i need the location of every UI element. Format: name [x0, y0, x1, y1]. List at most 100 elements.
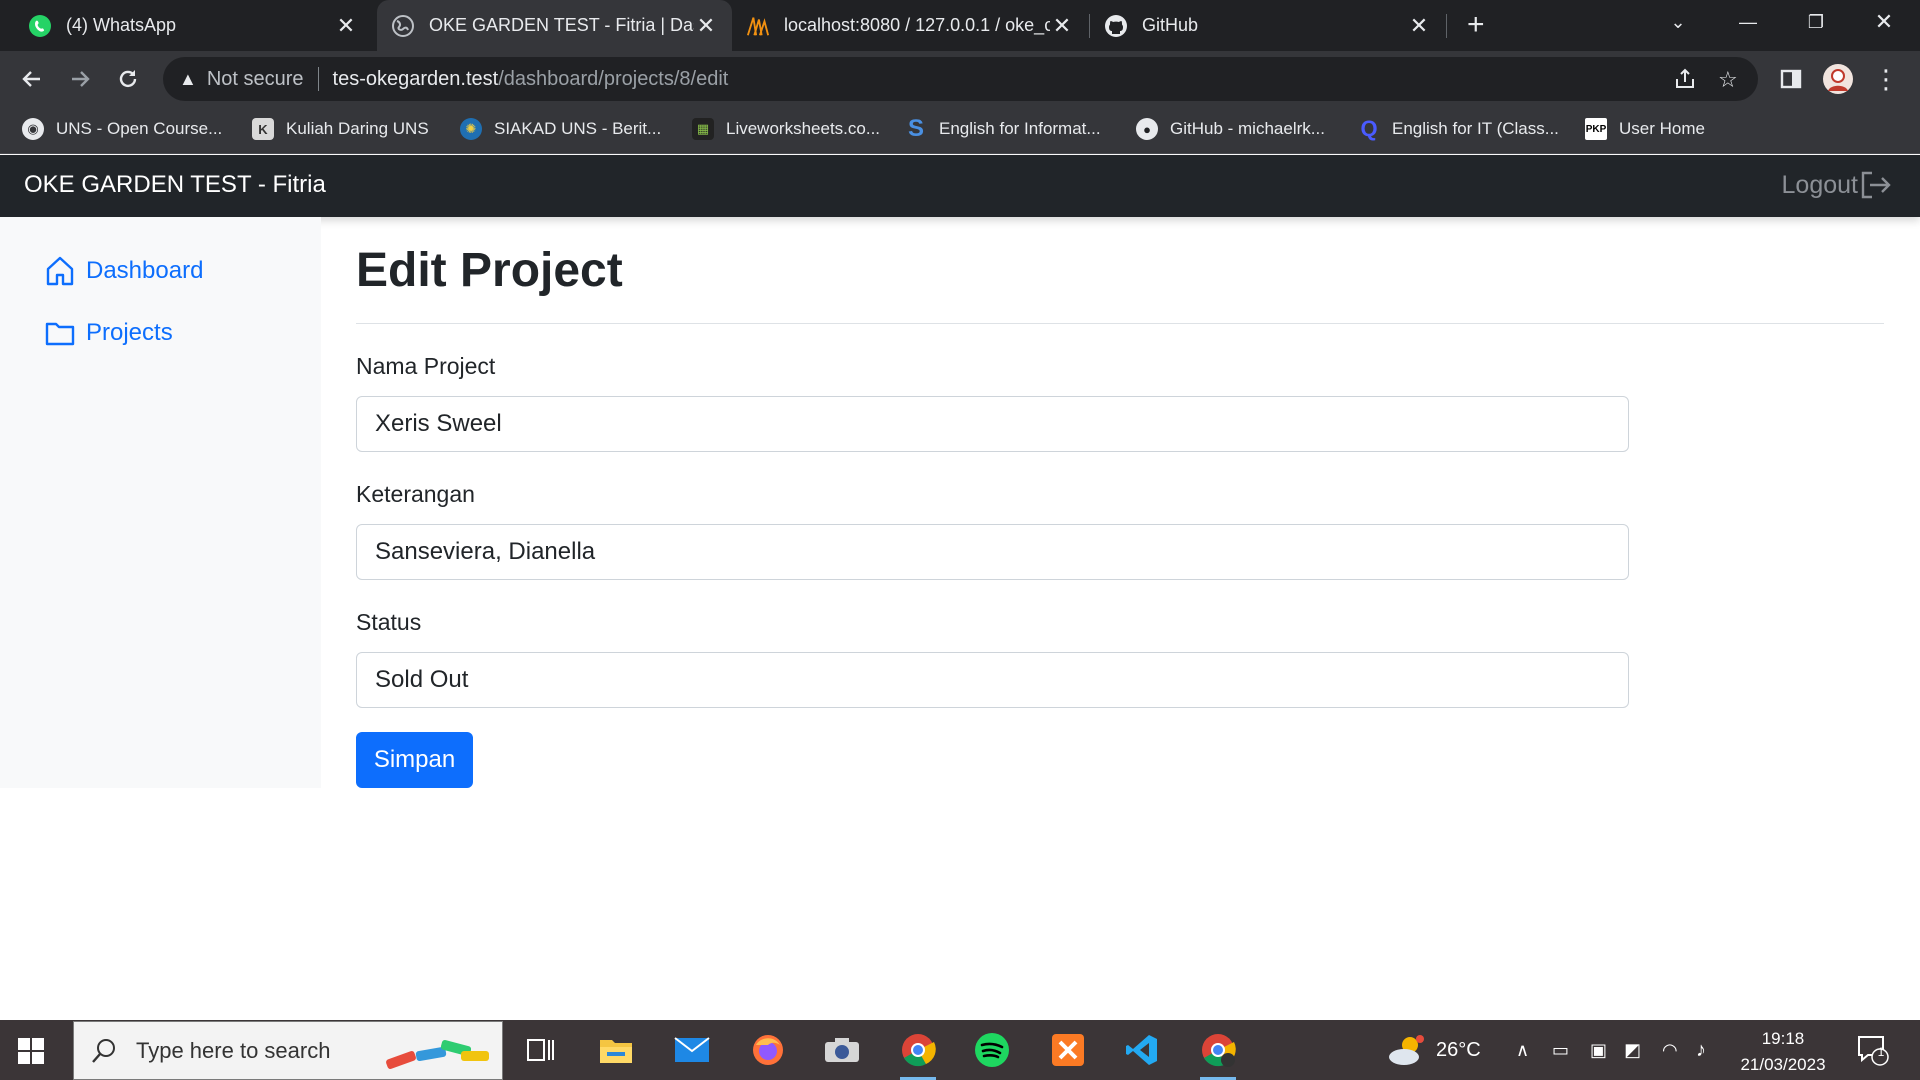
close-window-button[interactable]: ✕	[1856, 0, 1912, 44]
warning-icon[interactable]: ▲	[179, 69, 197, 90]
nama-project-input[interactable]	[356, 396, 1629, 452]
forward-button[interactable]	[64, 63, 96, 95]
bookmark-item[interactable]: Q English for IT (Class...	[1358, 116, 1558, 141]
tab-phpmyadmin[interactable]: localhost:8080 / 127.0.0.1 / oke_c ✕	[732, 0, 1088, 51]
tab-search-icon[interactable]: ⌄	[1650, 0, 1706, 44]
task-view-icon[interactable]	[520, 1030, 560, 1070]
reload-button[interactable]	[112, 63, 144, 95]
address-bar[interactable]: ▲ Not secure tes-okegarden.test/dashboar…	[163, 57, 1758, 101]
folder-icon	[45, 322, 75, 346]
volume-icon[interactable]: ♪	[1696, 1020, 1706, 1080]
browser-toolbar: ▲ Not secure tes-okegarden.test/dashboar…	[0, 51, 1920, 106]
s-icon: S	[907, 115, 924, 142]
github-icon	[1104, 14, 1128, 38]
clock-date: 21/03/2023	[1740, 1055, 1826, 1074]
q-icon: Q	[1360, 116, 1378, 141]
chrome-taskbar-icon[interactable]	[898, 1030, 938, 1080]
globe-icon	[391, 14, 415, 38]
bookmark-label: English for Informat...	[939, 119, 1101, 138]
tab-close-icon[interactable]: ✕	[1050, 13, 1074, 38]
menu-icon[interactable]: ⋮	[1870, 63, 1902, 95]
browser-tab-bar: (4) WhatsApp ✕ OKE GARDEN TEST - Fitria …	[0, 0, 1920, 51]
tab-whatsapp[interactable]: (4) WhatsApp ✕	[0, 0, 372, 51]
home-icon	[46, 256, 74, 286]
arrow-right-icon	[72, 71, 90, 87]
file-explorer-icon[interactable]	[596, 1030, 636, 1070]
tab-title: (4) WhatsApp	[66, 15, 177, 35]
notification-count: 1	[1877, 1045, 1885, 1059]
tab-close-icon[interactable]: ✕	[1407, 13, 1431, 38]
bookmark-item[interactable]: ✺ SIAKAD UNS - Berit...	[460, 118, 661, 140]
sidebar-item-projects[interactable]: Projects	[44, 317, 173, 349]
weather-cloud-sun-icon	[1389, 1035, 1424, 1065]
windows-taskbar: Type here to search 26°C ∧ ▭ ▣ ◩ ◠ ♪ 19:…	[0, 1020, 1920, 1080]
back-button[interactable]	[16, 63, 48, 95]
liveworksheets-icon: ▦	[692, 118, 714, 140]
app-navbar: OKE GARDEN TEST - Fitria Logout	[0, 155, 1920, 217]
keterangan-input[interactable]	[356, 524, 1629, 580]
sidebar-item-label: Dashboard	[86, 257, 204, 284]
logout-label: Logout	[1781, 170, 1858, 199]
brand-link[interactable]: OKE GARDEN TEST - Fitria	[24, 171, 326, 199]
pkp-icon: PKP	[1585, 118, 1607, 140]
bookmark-item[interactable]: S English for Informat...	[905, 115, 1101, 142]
camera-icon[interactable]	[822, 1030, 862, 1070]
tab-close-icon[interactable]: ✕	[694, 13, 718, 38]
bookmark-item[interactable]: ▦ Liveworksheets.co...	[692, 118, 880, 140]
windows-start-icon[interactable]	[18, 1038, 44, 1069]
url-host[interactable]: tes-okegarden.test	[333, 68, 499, 91]
restore-button[interactable]: ❐	[1788, 0, 1844, 44]
tab-title: localhost:8080 / 127.0.0.1 / oke_c	[784, 15, 1050, 35]
display-icon[interactable]: ◩	[1624, 1020, 1641, 1080]
share-icon[interactable]	[1673, 67, 1697, 97]
siakad-icon: ✺	[460, 118, 482, 140]
xampp-icon[interactable]	[1048, 1030, 1088, 1070]
kuliah-icon: K	[252, 118, 274, 140]
bookmark-star-icon[interactable]: ☆	[1718, 67, 1738, 93]
tab-oke-garden[interactable]: OKE GARDEN TEST - Fitria | Dash ✕	[377, 0, 732, 51]
bookmark-item[interactable]: ● GitHub - michaelrk...	[1136, 118, 1325, 140]
profile-avatar[interactable]	[1822, 63, 1854, 95]
simpan-button[interactable]: Simpan	[356, 732, 473, 788]
reload-icon	[119, 70, 137, 88]
search-icon	[92, 1038, 115, 1063]
bookmark-item[interactable]: PKP User Home	[1585, 118, 1705, 140]
bookmark-label: SIAKAD UNS - Berit...	[494, 119, 662, 138]
vscode-icon[interactable]	[1122, 1030, 1162, 1070]
new-tab-button[interactable]: +	[1467, 10, 1485, 40]
chrome-profile-taskbar-icon[interactable]	[1198, 1030, 1238, 1080]
arrow-left-icon	[22, 71, 40, 87]
clock-time: 19:18	[1761, 1029, 1805, 1048]
globe-icon: ◉	[22, 118, 44, 140]
bookmarks-bar: ◉ UNS - Open Course... K Kuliah Daring U…	[0, 106, 1920, 154]
weather-temp: 26°C	[1436, 1038, 1481, 1061]
status-input[interactable]	[356, 652, 1629, 708]
logout-link[interactable]: Logout	[1782, 170, 1892, 200]
bookmark-label: UNS - Open Course...	[56, 119, 223, 138]
sidebar-item-dashboard[interactable]: Dashboard	[44, 255, 203, 287]
notifications-icon[interactable]: 1	[1856, 1020, 1890, 1080]
taskbar-search-box[interactable]: Type here to search	[73, 1021, 503, 1080]
bookmark-item[interactable]: ◉ UNS - Open Course...	[22, 118, 222, 140]
sidebar: Dashboard Projects	[0, 217, 321, 788]
bookmark-label: User Home	[1619, 119, 1705, 138]
minimize-button[interactable]: —	[1720, 0, 1776, 44]
battery-icon[interactable]: ▭	[1552, 1020, 1569, 1080]
wifi-icon[interactable]: ◠	[1662, 1020, 1678, 1080]
tray-chevron-icon[interactable]: ∧	[1516, 1020, 1529, 1080]
mail-icon[interactable]	[672, 1030, 712, 1070]
tab-close-icon[interactable]: ✕	[334, 13, 358, 38]
spotify-icon[interactable]	[972, 1030, 1012, 1070]
github-icon: ●	[1136, 118, 1158, 140]
side-panel-icon[interactable]	[1775, 63, 1807, 95]
bookmark-item[interactable]: K Kuliah Daring UNS	[252, 118, 429, 140]
meet-icon[interactable]: ▣	[1590, 1020, 1607, 1080]
tab-github[interactable]: GitHub ✕	[1090, 0, 1445, 51]
bookmark-label: Kuliah Daring UNS	[286, 119, 429, 138]
url-path[interactable]: /dashboard/projects/8/edit	[498, 68, 728, 91]
security-label[interactable]: Not secure	[207, 68, 304, 91]
system-clock[interactable]: 19:18 21/03/2023	[1728, 1026, 1838, 1078]
status-label: Status	[356, 609, 422, 635]
weather-widget[interactable]: 26°C	[1386, 1020, 1481, 1080]
firefox-icon[interactable]	[748, 1030, 788, 1070]
